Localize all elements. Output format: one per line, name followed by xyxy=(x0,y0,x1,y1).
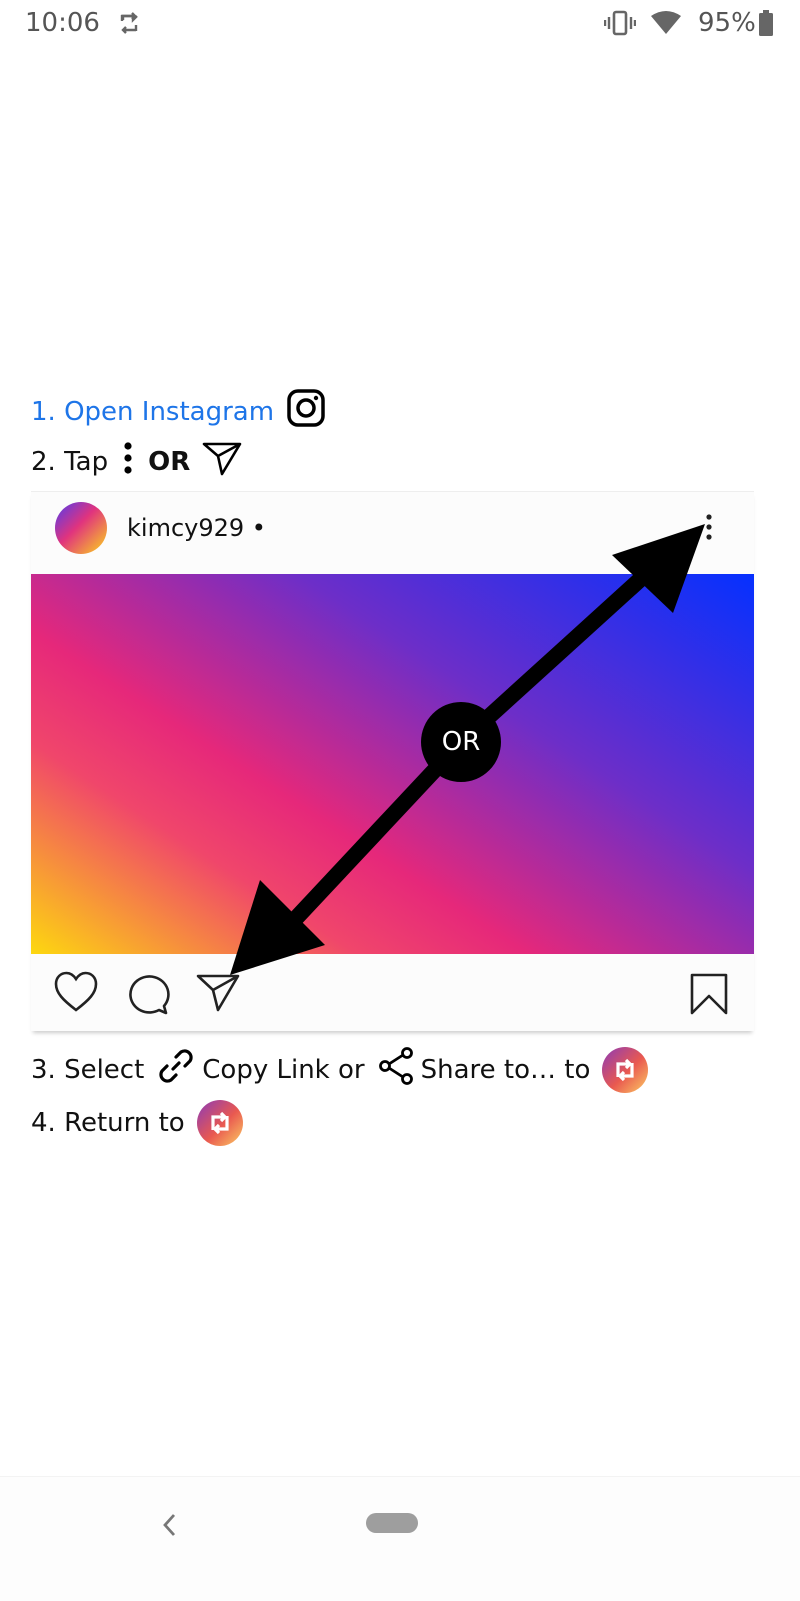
back-icon[interactable] xyxy=(160,1511,180,1543)
or-badge: OR xyxy=(421,702,501,782)
repost-app-icon xyxy=(602,1046,649,1093)
post-image xyxy=(31,574,754,954)
step3-text: 3. Select xyxy=(31,1054,145,1085)
repost-notification-icon xyxy=(117,11,141,39)
share-icon xyxy=(377,1046,415,1093)
step4-text: 4. Return to xyxy=(31,1108,185,1138)
more-options-icon[interactable] xyxy=(701,512,717,548)
comment-icon[interactable] xyxy=(126,972,170,1020)
step1-text[interactable]: 1. Open Instagram xyxy=(31,397,274,427)
more-vertical-icon xyxy=(120,440,136,483)
navigation-bar xyxy=(0,1476,800,1601)
share-to-text: Share to… to xyxy=(420,1054,591,1085)
step-return: 4. Return to xyxy=(31,1100,243,1146)
post-username[interactable]: kimcy929 • xyxy=(127,514,266,542)
send-icon xyxy=(202,440,242,483)
step-open-instagram[interactable]: 1. Open Instagram xyxy=(31,388,326,435)
link-icon xyxy=(156,1046,196,1093)
send-icon[interactable] xyxy=(196,972,240,1016)
instagram-icon xyxy=(286,388,326,435)
instagram-post-card: kimcy929 • xyxy=(31,491,754,1031)
wifi-icon xyxy=(650,10,682,40)
vibrate-icon xyxy=(603,10,637,40)
bookmark-icon[interactable] xyxy=(689,972,729,1020)
avatar[interactable] xyxy=(55,502,107,554)
copy-link-text: Copy Link or xyxy=(202,1054,365,1085)
heart-icon[interactable] xyxy=(53,970,99,1018)
repost-app-icon xyxy=(196,1100,243,1146)
status-time: 10:06 xyxy=(25,8,100,38)
step-select: 3. Select Copy Link or Share to… to xyxy=(31,1046,649,1093)
step-tap: 2. Tap OR xyxy=(31,440,242,483)
step2-text: 2. Tap xyxy=(31,446,109,477)
battery-icon xyxy=(759,10,773,40)
battery-percent: 95% xyxy=(698,8,756,38)
status-bar: 10:06 95% xyxy=(0,0,800,48)
home-pill[interactable] xyxy=(366,1513,418,1533)
step2-or: OR xyxy=(148,446,191,477)
